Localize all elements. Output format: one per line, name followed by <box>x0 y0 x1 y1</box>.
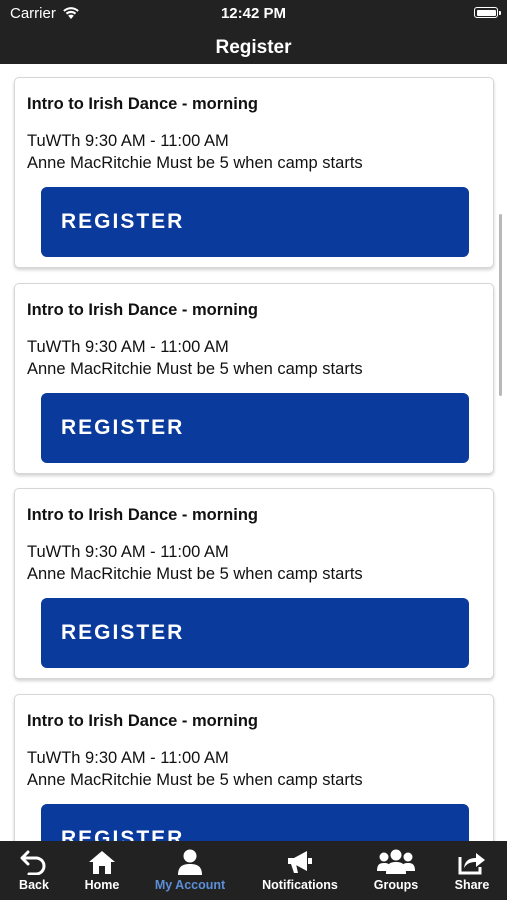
tab-bar: Back Home My Account Notifications Group… <box>0 841 507 900</box>
tab-my-account[interactable]: My Account <box>136 841 244 900</box>
class-schedule: TuWTh 9:30 AM - 11:00 AM <box>27 749 229 767</box>
battery-icon <box>474 7 501 18</box>
navigation-bar: Register <box>0 28 507 64</box>
register-button[interactable]: REGISTER <box>41 393 469 463</box>
class-title: Intro to Irish Dance - morning <box>27 95 259 113</box>
register-button[interactable]: REGISTER <box>41 804 469 841</box>
register-list[interactable]: Intro to Irish Dance - morning TuWTh 9:3… <box>0 64 507 841</box>
groups-icon <box>377 849 415 874</box>
class-schedule: TuWTh 9:30 AM - 11:00 AM <box>27 132 229 150</box>
class-card: Intro to Irish Dance - morning TuWTh 9:3… <box>14 77 494 268</box>
tab-label: Share <box>454 878 490 892</box>
class-card: Intro to Irish Dance - morning TuWTh 9:3… <box>14 694 494 841</box>
class-instructor-note: Anne MacRitchie Must be 5 when camp star… <box>27 360 363 378</box>
scrollbar[interactable] <box>499 214 502 396</box>
tab-back[interactable]: Back <box>0 841 68 900</box>
tab-label: Notifications <box>262 878 338 892</box>
register-button[interactable]: REGISTER <box>41 598 469 668</box>
home-icon <box>89 851 115 874</box>
register-button[interactable]: REGISTER <box>41 187 469 257</box>
tab-groups[interactable]: Groups <box>356 841 436 900</box>
user-icon <box>178 849 202 875</box>
class-title: Intro to Irish Dance - morning <box>27 712 259 730</box>
class-title: Intro to Irish Dance - morning <box>27 301 259 319</box>
back-arrow-icon <box>20 850 46 875</box>
class-card: Intro to Irish Dance - morning TuWTh 9:3… <box>14 488 494 679</box>
tab-notifications[interactable]: Notifications <box>252 841 348 900</box>
tab-label: My Account <box>154 878 226 892</box>
tab-label: Groups <box>373 878 419 892</box>
share-icon <box>458 853 485 875</box>
class-card: Intro to Irish Dance - morning TuWTh 9:3… <box>14 283 494 474</box>
class-instructor-note: Anne MacRitchie Must be 5 when camp star… <box>27 565 363 583</box>
clock: 12:42 PM <box>220 5 287 22</box>
class-title: Intro to Irish Dance - morning <box>27 506 259 524</box>
tab-label: Home <box>84 878 120 892</box>
class-schedule: TuWTh 9:30 AM - 11:00 AM <box>27 543 229 561</box>
tab-share[interactable]: Share <box>440 841 504 900</box>
page-title: Register <box>215 37 292 58</box>
megaphone-icon <box>288 851 312 873</box>
status-bar: Carrier 12:42 PM <box>0 0 507 28</box>
tab-label: Back <box>19 878 49 892</box>
class-instructor-note: Anne MacRitchie Must be 5 when camp star… <box>27 771 363 789</box>
class-instructor-note: Anne MacRitchie Must be 5 when camp star… <box>27 154 363 172</box>
class-schedule: TuWTh 9:30 AM - 11:00 AM <box>27 338 229 356</box>
tab-home[interactable]: Home <box>68 841 136 900</box>
